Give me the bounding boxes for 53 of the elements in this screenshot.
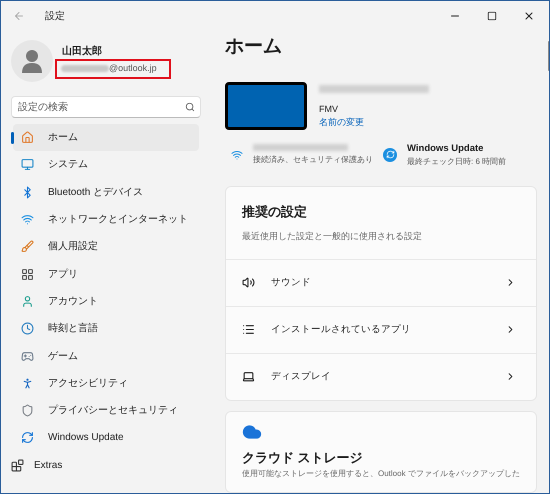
user-name: 山田太郎 (62, 44, 103, 58)
sidebar-item[interactable]: Extras (3, 452, 209, 479)
shield-icon (21, 404, 34, 418)
card-text: 使用可能なストレージを使用すると、Outlook でファイルをバックアップした (242, 468, 520, 479)
sidebar-item[interactable]: ネットワークとインターネット (13, 206, 199, 234)
sidebar-item[interactable]: 個人用設定 (13, 233, 199, 260)
sidebar-item[interactable]: アプリ (13, 260, 199, 288)
refresh-icon (21, 431, 34, 444)
gamepad-icon (21, 350, 34, 363)
accessibility-icon (21, 376, 34, 390)
sidebar-item[interactable]: Windows Update (13, 424, 199, 452)
network-status: 接続済み、セキュリティ保護あり (253, 154, 374, 166)
sidebar-item[interactable]: ゲーム (13, 342, 199, 370)
window-title: 設定 (45, 10, 65, 24)
sidebar-item[interactable]: アカウント (13, 288, 199, 316)
rename-link[interactable]: 名前の変更 (319, 116, 429, 130)
update-status: 最終チェック日時: 6 時間前 (407, 156, 506, 168)
device-model: FMV (319, 102, 339, 116)
puzzle-icon (11, 458, 24, 472)
list-icon (242, 323, 255, 336)
selection-indicator (11, 132, 14, 144)
card-title: 推奨の設定 (242, 203, 308, 222)
monitor-icon (21, 158, 34, 172)
page-title: ホーム (225, 35, 283, 59)
settings-row[interactable]: ディスプレイ (226, 352, 536, 400)
speaker-icon (242, 276, 255, 290)
update-icon (383, 148, 397, 162)
scrollbar[interactable] (548, 41, 549, 71)
close-icon[interactable] (523, 10, 535, 22)
update-title: Windows Update (407, 142, 484, 156)
sidebar-item[interactable]: システム (13, 151, 199, 179)
clock-icon (21, 322, 34, 336)
sidebar-item[interactable]: プライバシーとセキュリティ (13, 396, 199, 424)
sidebar-item[interactable]: 時刻と言語 (13, 315, 199, 342)
sidebar-item[interactable]: アクセシビリティ (13, 370, 199, 397)
laptop-icon (242, 370, 255, 384)
home-icon (21, 131, 34, 144)
maximize-icon[interactable] (487, 11, 497, 21)
blurred-text (61, 65, 109, 72)
search-icon[interactable] (185, 102, 195, 112)
card-subtitle: 最近使用した設定と一般的に使用される設定 (242, 230, 423, 243)
sidebar-item[interactable]: ホーム (13, 124, 199, 152)
brush-icon (21, 240, 34, 254)
person-silhouette-icon (21, 49, 43, 73)
settings-row[interactable]: サウンド (226, 258, 536, 306)
user-email: @outlook.jp (109, 62, 157, 75)
apps-icon (21, 268, 34, 281)
search-field[interactable]: 設定の検索 (11, 96, 201, 118)
person-icon (21, 294, 34, 308)
settings-row[interactable]: インストールされているアプリ (226, 306, 536, 353)
sidebar-item[interactable]: Bluetooth とデバイス (13, 178, 199, 206)
bluetooth-icon (21, 186, 34, 199)
card-title: クラウド ストレージ (242, 450, 364, 466)
